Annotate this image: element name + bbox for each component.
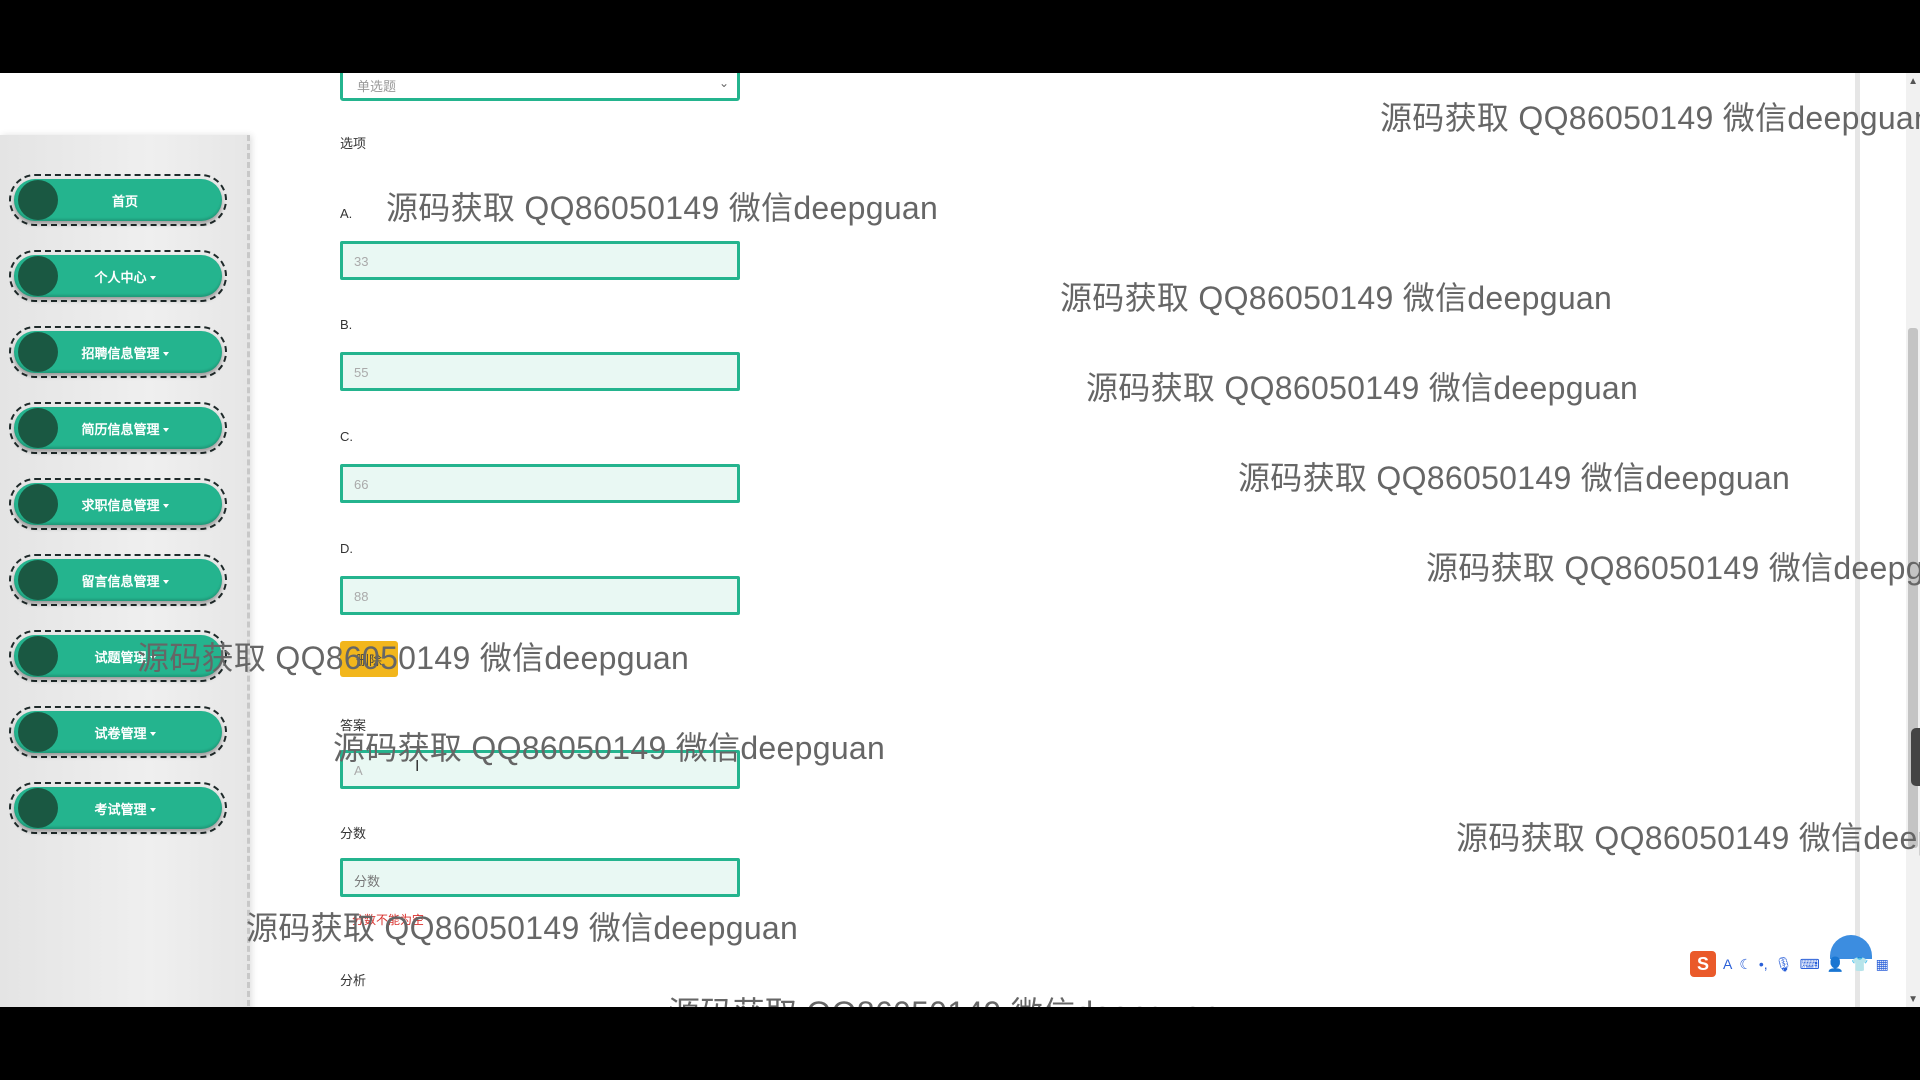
- watermark-text: 源码获取 QQ86050149 微信deepguan: [246, 910, 799, 946]
- sidebar: 首页 个人中心 招聘信息管理 简历信息管理 求职信息管理 留言信息管理 试题管理: [0, 135, 250, 1007]
- watermark-text: 源码获取 QQ86050149 微信deepguan: [1086, 370, 1639, 406]
- sidebar-item-label: 个人中心: [94, 269, 147, 285]
- caret-down-icon: [162, 352, 169, 357]
- watermark-text: 源码获取 QQ86050149 微信deepguan: [1238, 460, 1791, 496]
- sidebar-item-label: 试卷管理: [94, 725, 147, 741]
- nav-dot-icon: [18, 788, 58, 828]
- sidebar-item-recruitment[interactable]: 招聘信息管理: [9, 326, 227, 378]
- nav-dot-icon: [18, 332, 58, 372]
- scroll-down-arrow-icon[interactable]: ▼: [1908, 994, 1918, 1005]
- nav-dot-icon: [18, 256, 58, 296]
- sidebar-item-exams[interactable]: 考试管理: [9, 782, 227, 834]
- nav-dot-icon: [18, 180, 58, 220]
- grid-icon[interactable]: ▦: [1876, 956, 1889, 973]
- watermark-text: 源码获取 QQ86050149 微信deepguan: [1456, 820, 1920, 856]
- content-edge: [1855, 73, 1860, 1007]
- sidebar-item-resume[interactable]: 简历信息管理: [9, 402, 227, 454]
- microphone-icon[interactable]: 🎙: [1775, 956, 1793, 973]
- ime-mode-indicator[interactable]: A: [1723, 956, 1732, 972]
- watermark-text: 源码获取 QQ86050149 微信deepguan: [137, 640, 690, 676]
- sidebar-item-profile[interactable]: 个人中心: [9, 250, 227, 302]
- nav-dot-icon: [18, 636, 58, 676]
- nav-dot-icon: [18, 560, 58, 600]
- options-label: 选项: [340, 136, 367, 151]
- watermark-text: 源码获取 QQ86050149 微信deepguan: [1380, 100, 1920, 136]
- shirt-icon[interactable]: 👕: [1851, 956, 1868, 973]
- sidebar-item-label: 求职信息管理: [81, 497, 160, 513]
- option-d-label: D.: [340, 541, 353, 556]
- caret-down-icon: [162, 428, 169, 433]
- sidebar-item-label: 招聘信息管理: [81, 345, 160, 361]
- side-panel-handle[interactable]: [1911, 728, 1920, 786]
- caret-down-icon: [162, 504, 169, 509]
- watermark-text: 源码获取 QQ86050149 微信deepguan: [1426, 550, 1920, 586]
- sidebar-item-label: 留言信息管理: [81, 573, 160, 589]
- caret-down-icon: [149, 732, 156, 737]
- chevron-down-icon: ⌄: [718, 76, 729, 90]
- sidebar-item-home[interactable]: 首页: [9, 174, 227, 226]
- sidebar-item-label: 简历信息管理: [81, 421, 160, 437]
- nav-dot-icon: [18, 484, 58, 524]
- nav-dot-icon: [18, 712, 58, 752]
- sidebar-divider: [247, 135, 250, 1007]
- sidebar-item-label: 考试管理: [94, 801, 147, 817]
- analysis-label: 分析: [340, 973, 367, 988]
- watermark-text: 源码获取 QQ86050149 微信deepguan: [668, 988, 1220, 1007]
- option-b-input[interactable]: 55: [340, 352, 740, 391]
- scroll-up-arrow-icon[interactable]: ▲: [1908, 76, 1918, 87]
- caret-down-icon: [149, 276, 156, 281]
- user-icon[interactable]: 👤: [1827, 956, 1844, 973]
- moon-icon[interactable]: ☾: [1739, 956, 1752, 973]
- watermark-text: 源码获取 QQ86050149 微信deepguan: [1060, 280, 1613, 316]
- keyboard-icon[interactable]: ⌨: [1799, 956, 1819, 973]
- question-type-value: 单选题: [357, 79, 397, 94]
- score-label: 分数: [340, 826, 367, 841]
- question-type-select[interactable]: 单选题 ⌄: [340, 73, 740, 101]
- browser-viewport: 首页 个人中心 招聘信息管理 简历信息管理 求职信息管理 留言信息管理 试题管理: [0, 73, 1920, 1007]
- page-scrollbar[interactable]: ▲ ▼: [1906, 73, 1920, 1007]
- nav-dot-icon: [18, 408, 58, 448]
- option-c-label: C.: [340, 429, 353, 444]
- sidebar-item-papers[interactable]: 试卷管理: [9, 706, 227, 758]
- ime-toolbar[interactable]: S A ☾ •, 🎙 ⌨ 👤 👕 ▦: [1690, 949, 1920, 979]
- option-b-label: B.: [340, 317, 353, 332]
- caret-down-icon: [149, 808, 156, 813]
- score-input[interactable]: 分数: [340, 858, 740, 897]
- sidebar-item-job-seeking[interactable]: 求职信息管理: [9, 478, 227, 530]
- option-d-input[interactable]: 88: [340, 576, 740, 615]
- option-a-input[interactable]: 33: [340, 241, 740, 280]
- sidebar-item-messages[interactable]: 留言信息管理: [9, 554, 227, 606]
- punctuation-icon[interactable]: •,: [1759, 956, 1768, 972]
- watermark-text: 源码获取 QQ86050149 微信deepguan: [333, 730, 886, 766]
- option-a-label: A.: [340, 206, 353, 221]
- caret-down-icon: [162, 580, 169, 585]
- sidebar-item-label: 首页: [111, 193, 138, 209]
- watermark-text: 源码获取 QQ86050149 微信deepguan: [386, 190, 939, 226]
- option-c-input[interactable]: 66: [340, 464, 740, 503]
- sogou-logo-icon[interactable]: S: [1690, 951, 1716, 977]
